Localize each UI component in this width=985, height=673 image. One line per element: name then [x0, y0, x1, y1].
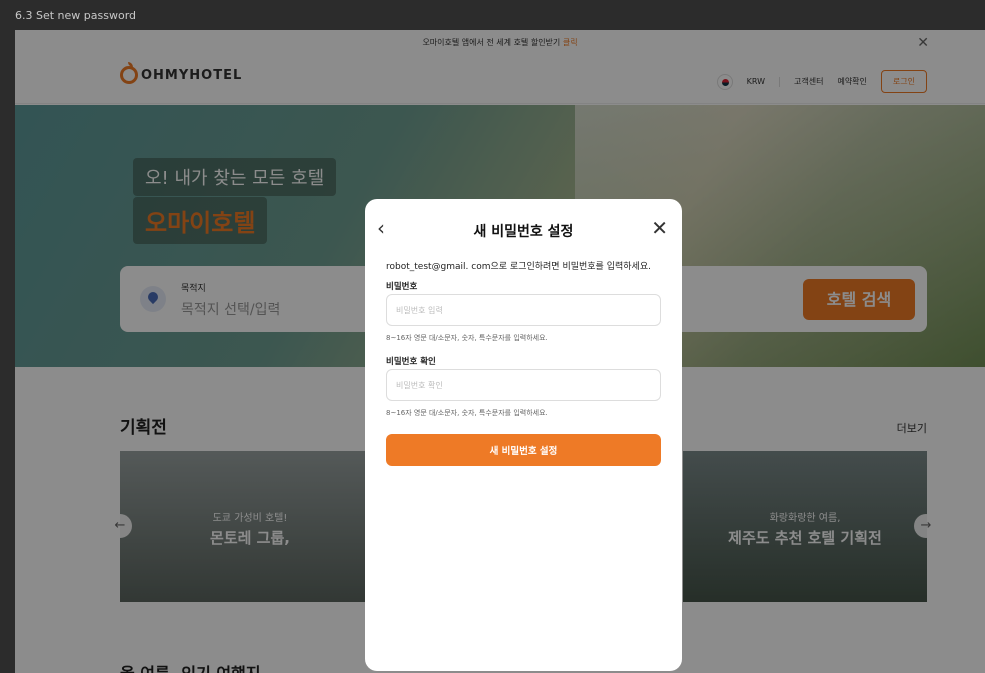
set-password-modal: ‹ 새 비밀번호 설정 ✕ robot_test@gmail. com으로 로그… [365, 199, 682, 671]
modal-title: 새 비밀번호 설정 [473, 224, 574, 240]
confirm-password-hint: 8~16자 영문 대/소문자, 숫자, 특수문자를 입력하세요. [386, 409, 548, 417]
password-label: 비밀번호 [386, 282, 418, 292]
page: 오마이호텔 앱에서 전 세계 호텔 할인받기 클릭 ✕ OHMYHOTEL KR… [15, 30, 985, 673]
confirm-password-label: 비밀번호 확인 [386, 357, 436, 367]
window-title: 6.3 Set new password [15, 9, 137, 22]
password-hint: 8~16자 영문 대/소문자, 숫자, 특수문자를 입력하세요. [386, 334, 548, 342]
close-icon[interactable]: ✕ [651, 216, 668, 240]
password-field[interactable] [386, 294, 661, 326]
confirm-password-field[interactable] [386, 369, 661, 401]
set-password-button[interactable]: 새 비밀번호 설정 [386, 434, 661, 466]
modal-description: robot_test@gmail. com으로 로그인하려면 비밀번호를 입력하… [386, 262, 651, 272]
